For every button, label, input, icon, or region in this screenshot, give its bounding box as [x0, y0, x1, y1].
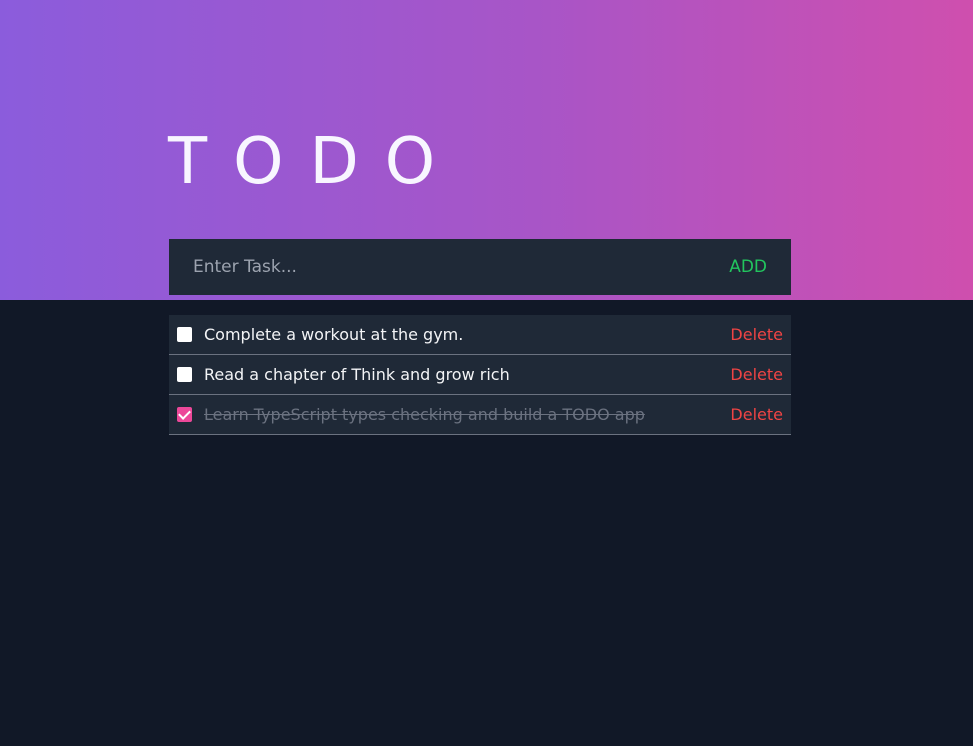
task-input[interactable]: [169, 239, 714, 295]
new-task-form: ADD: [169, 239, 791, 295]
task-item: Read a chapter of Think and grow rich De…: [169, 355, 791, 395]
task-text: Complete a workout at the gym.: [204, 325, 464, 344]
delete-button[interactable]: Delete: [730, 325, 783, 344]
task-item: Learn TypeScript types checking and buil…: [169, 395, 791, 435]
task-text: Read a chapter of Think and grow rich: [204, 365, 510, 384]
todo-page: TODO ADD Complete a workout at the gym. …: [0, 0, 973, 746]
delete-button[interactable]: Delete: [730, 405, 783, 424]
task-item: Complete a workout at the gym. Delete: [169, 315, 791, 355]
app-title: TODO: [168, 125, 462, 199]
add-button[interactable]: ADD: [713, 239, 791, 295]
delete-button[interactable]: Delete: [730, 365, 783, 384]
task-checkbox[interactable]: [177, 367, 192, 382]
task-checkbox[interactable]: [177, 327, 192, 342]
task-checkbox[interactable]: [177, 407, 192, 422]
task-text: Learn TypeScript types checking and buil…: [204, 405, 645, 424]
task-list: Complete a workout at the gym. Delete Re…: [169, 315, 791, 435]
